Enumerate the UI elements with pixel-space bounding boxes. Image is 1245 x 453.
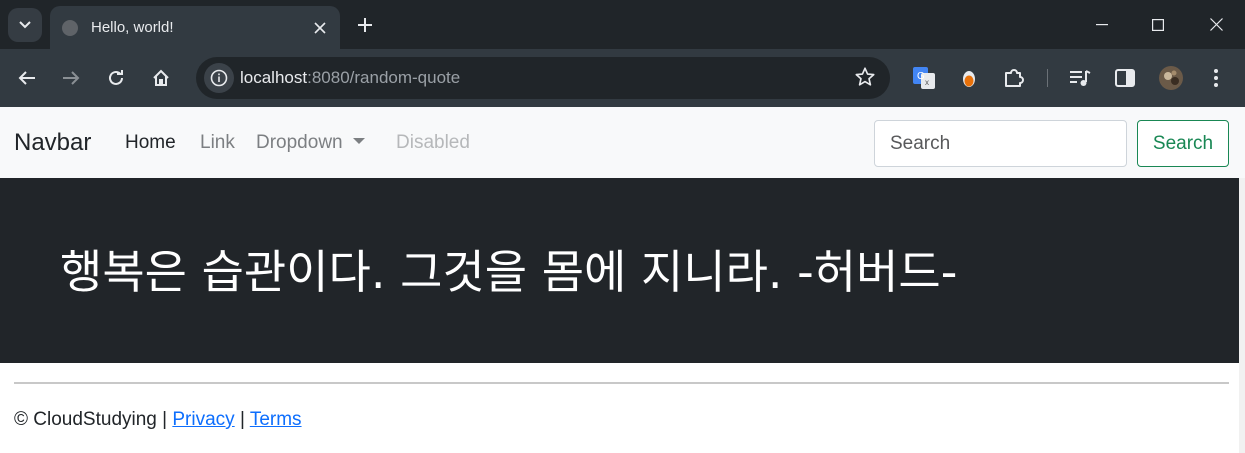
tab-title: Hello, world! bbox=[91, 19, 174, 36]
translate-icon[interactable]: Gx bbox=[907, 61, 941, 95]
url-host: localhost bbox=[240, 68, 308, 87]
avatar[interactable] bbox=[1154, 61, 1188, 95]
menu-icon[interactable] bbox=[1199, 61, 1233, 95]
svg-text:G: G bbox=[917, 71, 925, 82]
tab-search-icon[interactable] bbox=[8, 8, 42, 42]
nav-link-home[interactable]: Home bbox=[125, 132, 176, 154]
search-input[interactable] bbox=[874, 120, 1127, 167]
quote-hero: 행복은 습관이다. 그것을 몸에 지니라. -허버드- bbox=[0, 178, 1245, 363]
svg-text:x: x bbox=[925, 78, 929, 87]
navbar-brand[interactable]: Navbar bbox=[14, 129, 91, 157]
footer-privacy-link[interactable]: Privacy bbox=[172, 409, 234, 430]
close-icon[interactable] bbox=[306, 14, 334, 42]
footer-terms-link[interactable]: Terms bbox=[250, 409, 302, 430]
maximize-icon[interactable] bbox=[1129, 0, 1187, 49]
footer-divider bbox=[14, 382, 1229, 384]
scrollbar[interactable] bbox=[1239, 178, 1245, 453]
url-path: :8080/random-quote bbox=[307, 68, 461, 87]
footer-copyright: © CloudStudying | bbox=[14, 409, 168, 430]
browser-window: Hello, world! localhost:8080/random-quot… bbox=[0, 0, 1245, 453]
home-icon[interactable] bbox=[144, 61, 178, 95]
search-button[interactable]: Search bbox=[1137, 120, 1229, 167]
plus-icon[interactable] bbox=[350, 10, 380, 40]
toolbar-separator bbox=[1047, 69, 1048, 87]
minimize-icon[interactable] bbox=[1073, 0, 1131, 49]
close-window-icon[interactable] bbox=[1187, 0, 1245, 49]
sidepanel-icon[interactable] bbox=[1108, 61, 1142, 95]
nav-link-link[interactable]: Link bbox=[200, 132, 235, 154]
tab-strip: Hello, world! bbox=[0, 0, 1245, 49]
star-icon[interactable] bbox=[854, 66, 876, 93]
nav-dropdown-label: Dropdown bbox=[256, 132, 343, 153]
extension-icon[interactable] bbox=[952, 61, 986, 95]
forward-icon[interactable] bbox=[54, 61, 88, 95]
quote-text: 행복은 습관이다. 그것을 몸에 지니라. -허버드- bbox=[60, 245, 958, 299]
nav-dropdown[interactable]: Dropdown bbox=[256, 132, 365, 154]
info-icon[interactable] bbox=[204, 63, 234, 93]
media-icon[interactable] bbox=[1063, 61, 1097, 95]
nav-link-disabled: Disabled bbox=[396, 132, 470, 153]
globe-icon bbox=[62, 19, 78, 36]
reload-icon[interactable] bbox=[99, 61, 133, 95]
footer: © CloudStudying | Privacy | Terms bbox=[14, 409, 302, 431]
navbar: Navbar Home Link Dropdown Disabled Searc… bbox=[0, 107, 1245, 178]
puzzle-icon[interactable] bbox=[997, 61, 1031, 95]
tab-active[interactable]: Hello, world! bbox=[50, 6, 340, 49]
footer-separator: | bbox=[239, 409, 245, 430]
back-icon[interactable] bbox=[10, 61, 44, 95]
url-text: localhost:8080/random-quote bbox=[240, 68, 460, 88]
address-bar[interactable]: localhost:8080/random-quote bbox=[196, 57, 890, 99]
caret-down-icon bbox=[352, 137, 365, 144]
browser-toolbar: localhost:8080/random-quote Gx bbox=[0, 49, 1245, 107]
